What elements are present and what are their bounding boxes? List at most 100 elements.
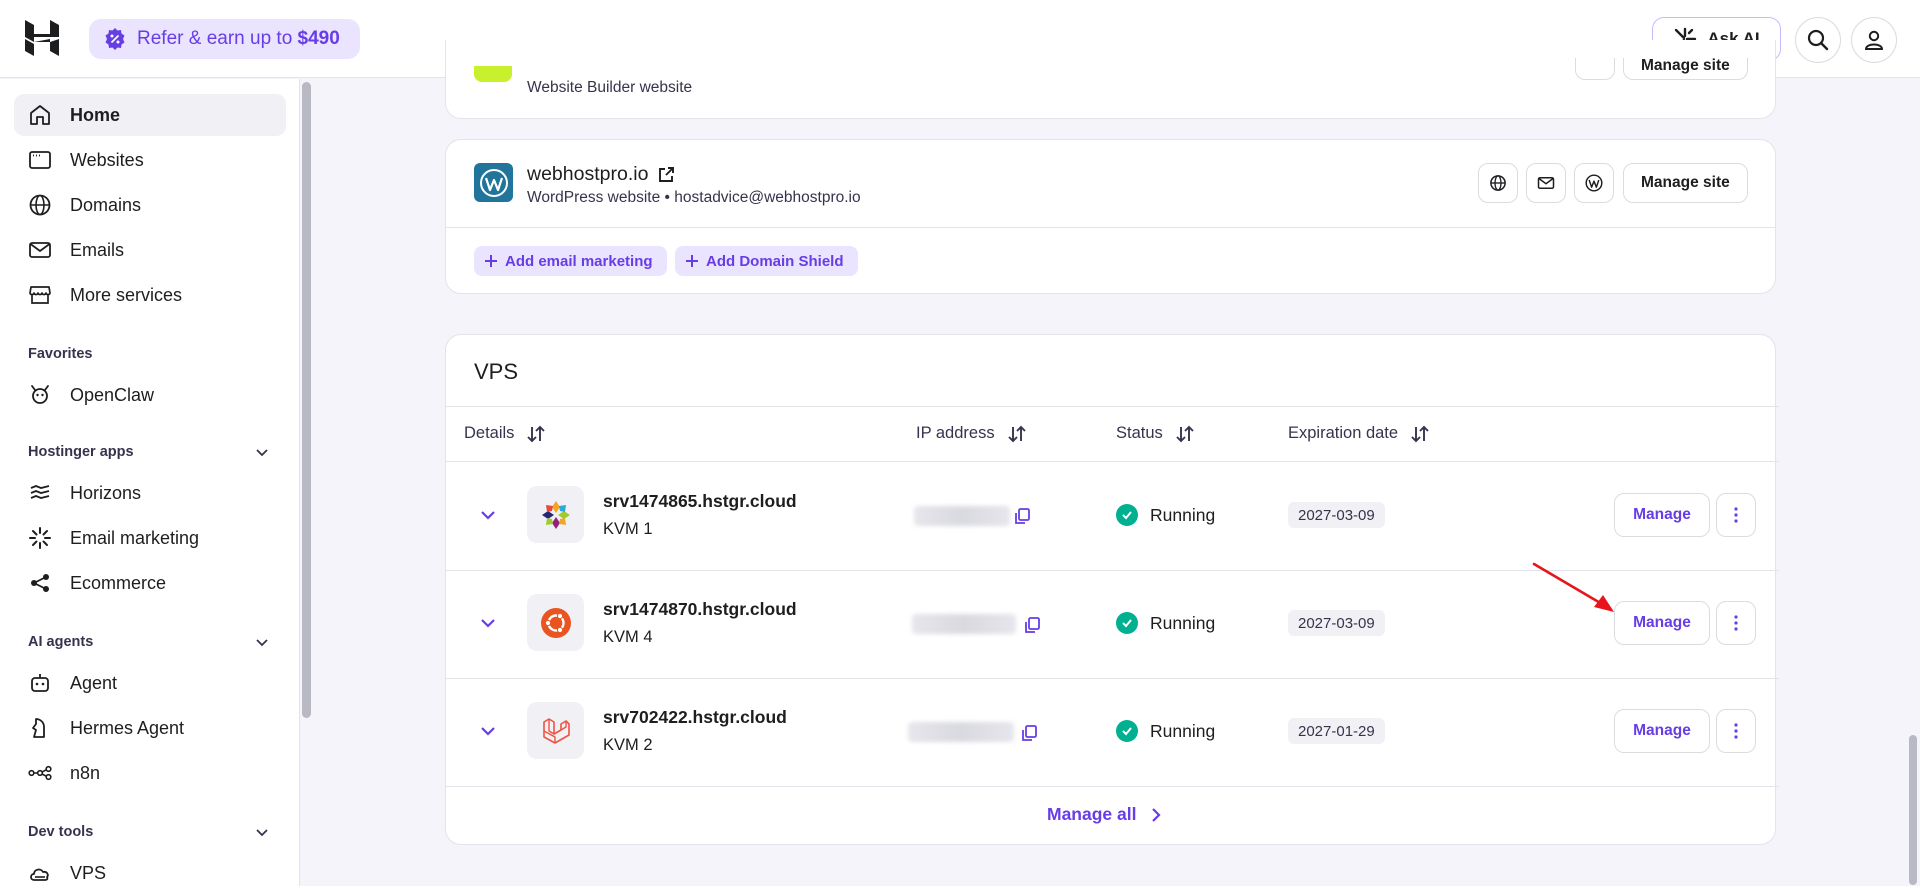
wp-domain-button[interactable] [1478, 163, 1518, 203]
ip-address-redacted [908, 722, 1014, 742]
page-scrollbar-thumb[interactable] [1909, 735, 1917, 885]
sidebar-item-label: n8n [70, 762, 101, 783]
external-link-icon[interactable] [658, 166, 675, 183]
sidebar-item-label: Domains [70, 194, 142, 215]
column-header-status[interactable]: Status [1116, 424, 1195, 443]
sidebar-item-ecommerce[interactable]: Ecommerce [14, 562, 286, 604]
builder-store-button[interactable] [1575, 58, 1615, 80]
more-options-button[interactable] [1716, 601, 1756, 645]
expand-row-chevron-icon[interactable] [477, 612, 499, 634]
status-text: Running [1150, 504, 1216, 525]
sidebar-scrollbar-thumb[interactable] [302, 82, 311, 718]
builder-manage-site-button[interactable]: Manage site [1623, 58, 1748, 80]
sort-icon [1176, 425, 1194, 442]
wordpress-icon [1585, 174, 1603, 192]
copy-icon[interactable] [1023, 616, 1041, 634]
server-name[interactable]: srv702422.hstgr.cloud [603, 707, 787, 728]
dev-tools-label: Dev tools [28, 824, 94, 840]
ai-agents-label: AI agents [28, 634, 94, 650]
wp-site-title: webhostpro.io [527, 163, 675, 186]
column-header-ip[interactable]: IP address [916, 424, 1027, 443]
sidebar-item-websites[interactable]: Websites [14, 139, 286, 181]
wp-email-button[interactable] [1526, 163, 1566, 203]
wp-site-domain[interactable]: webhostpro.io [527, 163, 648, 186]
more-options-button[interactable] [1716, 709, 1756, 753]
laravel-icon [542, 717, 570, 744]
server-name[interactable]: srv1474865.hstgr.cloud [603, 491, 797, 512]
column-header-label: Details [464, 424, 515, 442]
divider [446, 461, 1779, 462]
os-tile [527, 486, 584, 543]
account-button[interactable] [1851, 17, 1897, 63]
chevron-down-icon[interactable] [255, 635, 269, 649]
hostinger-logo[interactable] [25, 20, 59, 56]
wp-site-card: webhostpro.io WordPress website • hostad… [445, 139, 1776, 294]
chevron-down-icon[interactable] [255, 825, 269, 839]
server-plan: KVM 4 [603, 628, 653, 646]
sidebar-item-label: Websites [70, 149, 144, 170]
sidebar-item-label: More services [70, 284, 183, 305]
column-header-details[interactable]: Details [464, 424, 546, 443]
manage-all-link[interactable]: Manage all [1047, 804, 1162, 825]
add-email-marketing-button[interactable]: Add email marketing [474, 246, 667, 276]
mail-icon [29, 242, 51, 258]
sidebar-item-agent[interactable]: Agent [14, 662, 286, 704]
expiration-date: 2027-03-09 [1288, 502, 1385, 528]
divider [446, 678, 1779, 679]
wp-manage-site-button[interactable]: Manage site [1623, 163, 1748, 203]
plus-icon [686, 255, 698, 267]
server-plan: KVM 2 [603, 736, 653, 754]
divider [446, 227, 1775, 228]
add-domain-shield-button[interactable]: Add Domain Shield [675, 246, 858, 276]
sidebar-item-domains[interactable]: Domains [14, 184, 286, 226]
expand-row-chevron-icon[interactable] [477, 720, 499, 742]
sidebar-item-openclaw[interactable]: OpenClaw [14, 374, 286, 416]
manage-vps-button[interactable]: Manage [1614, 601, 1710, 645]
sidebar-item-home[interactable]: Home [14, 94, 286, 136]
sidebar-item-n8n[interactable]: n8n [14, 752, 286, 794]
divider [446, 786, 1779, 787]
sidebar-item-label: Hermes Agent [70, 717, 185, 738]
sidebar-item-emails[interactable]: Emails [14, 229, 286, 271]
sidebar-item-vps[interactable]: VPS [14, 852, 286, 886]
sidebar-item-hermes-agent[interactable]: Hermes Agent [14, 707, 286, 749]
manage-vps-button[interactable]: Manage [1614, 709, 1710, 753]
search-button[interactable] [1795, 17, 1841, 63]
sidebar-item-label: OpenClaw [70, 384, 155, 405]
status-text: Running [1150, 720, 1216, 741]
server-name[interactable]: srv1474870.hstgr.cloud [603, 599, 797, 620]
expiration-date: 2027-03-09 [1288, 610, 1385, 636]
copy-icon[interactable] [1013, 507, 1031, 525]
sidebar-item-label: Home [70, 104, 121, 125]
builder-logo-icon [474, 66, 512, 82]
manage-vps-button[interactable]: Manage [1614, 493, 1710, 537]
sidebar-item-label: Emails [70, 239, 125, 260]
more-options-button[interactable] [1716, 493, 1756, 537]
cloud-icon [30, 868, 49, 881]
sidebar-item-more-services[interactable]: More services [14, 274, 286, 316]
sidebar-item-horizons[interactable]: Horizons [14, 472, 286, 514]
builder-site-card: Website Builder website Manage site [445, 40, 1776, 119]
chevron-right-icon [1152, 807, 1162, 822]
server-plan: KVM 1 [603, 520, 653, 538]
annotation-arrow-icon [1532, 562, 1614, 612]
refer-earn-button[interactable]: Refer & earn up to $490 [89, 19, 360, 59]
check-circle-icon [1116, 504, 1138, 526]
sidebar-item-email-marketing[interactable]: Email marketing [14, 517, 286, 559]
spark-icon [29, 527, 51, 549]
horizons-icon [30, 485, 50, 499]
sort-icon [1411, 425, 1429, 442]
kebab-menu-icon [1734, 615, 1738, 631]
check-circle-icon [1116, 612, 1138, 634]
search-icon [1807, 29, 1829, 51]
sidebar-item-label: Email marketing [70, 527, 200, 548]
chevron-down-icon[interactable] [255, 445, 269, 459]
user-icon [1864, 30, 1884, 50]
copy-icon[interactable] [1020, 724, 1038, 742]
expand-row-chevron-icon[interactable] [477, 504, 499, 526]
column-header-expiration[interactable]: Expiration date [1288, 424, 1430, 443]
builder-site-subtitle: Website Builder website [527, 79, 693, 96]
wp-admin-button[interactable] [1574, 163, 1614, 203]
status-badge: Running [1116, 720, 1215, 742]
sort-icon [527, 425, 546, 442]
